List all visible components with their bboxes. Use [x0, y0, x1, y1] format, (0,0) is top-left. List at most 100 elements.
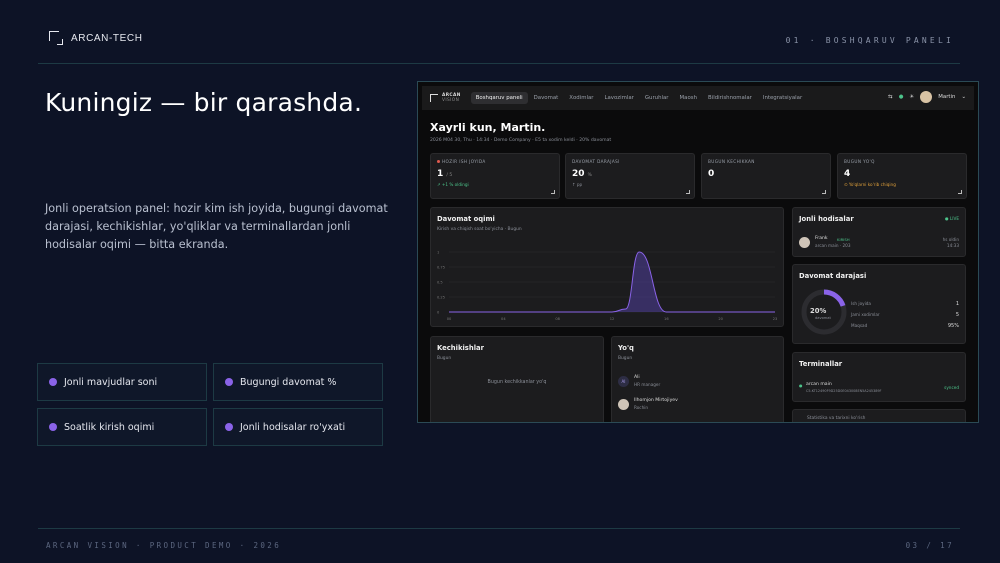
live-events-card: Jonli hodisalar ● LIVE Frank KIRISH arca…	[792, 207, 966, 257]
footer-left: ARCAN VISION · PRODUCT DEMO · 2026	[46, 541, 282, 550]
slide-lead: Jonli operatsion panel: hozir kim ish jo…	[45, 202, 388, 251]
feature-grid: Jonli mavjudlar soni Bugungi davomat % S…	[37, 363, 383, 446]
brand-name: ARCAN-TECH	[71, 32, 143, 44]
user-name[interactable]: Martin	[938, 94, 955, 100]
kpi-attendance-rate[interactable]: DAVOMAT DARAJASI 20 % ↑ pp	[565, 153, 695, 199]
feature-card: Bugungi davomat %	[213, 363, 383, 401]
event-type-badge: KIRISH	[837, 237, 850, 242]
late-card: Kechikishlar Bugun Bugun kechikkanlar yo…	[430, 336, 604, 422]
card-title: Terminallar	[799, 360, 843, 368]
nav-integrations[interactable]: Integratsiyalar	[758, 92, 807, 104]
expand-arrow-icon	[958, 190, 962, 194]
donut-value: 20%	[810, 307, 827, 315]
kpi-label: BUGUN YO'Q	[844, 159, 875, 164]
x-tick-label: 23	[773, 317, 778, 321]
kpi-unit: / 5	[446, 173, 453, 178]
card-title: Yo'q	[618, 344, 634, 352]
app-logo[interactable]: ARCAN VISION	[430, 93, 461, 103]
kpi-trend: ↗ +1 % oldingi	[437, 182, 469, 187]
nav-employees[interactable]: Xodimlar	[564, 92, 598, 104]
card-subtitle: Bugun	[618, 356, 633, 361]
donut-caption: davomat	[815, 316, 831, 320]
translate-icon[interactable]: ⇆	[888, 94, 893, 100]
kpi-label: BUGUN KECHIKKAN	[708, 159, 755, 164]
kpi-value: 20	[572, 169, 585, 179]
kpi-value: 1	[437, 169, 444, 179]
nav-attendance[interactable]: Davomat	[529, 92, 564, 104]
kpi-trend: ↑ pp	[572, 182, 583, 187]
person-avatar	[618, 399, 629, 410]
event-time: 14:33	[946, 243, 959, 248]
y-tick-label: 0.75	[437, 266, 445, 270]
attendance-flow-chart: 10.750.50.25000 04 08 12 16 20 23	[437, 251, 778, 322]
kpi-on-site[interactable]: HOZIR ISH JOYIDA 1 / 5 ↗ +1 % oldingi	[430, 153, 560, 199]
expand-arrow-icon	[551, 190, 555, 194]
x-tick-label: 12	[610, 317, 615, 321]
y-tick-label: 0.25	[437, 296, 445, 300]
person-name[interactable]: Ali	[634, 375, 640, 380]
status-dot-icon: ●	[898, 94, 904, 100]
terminal-name[interactable]: arcan main	[806, 382, 832, 387]
bullet-dot-icon	[49, 423, 57, 431]
card-title: Kechikishlar	[437, 344, 484, 352]
nav-dashboard[interactable]: Boshqaruv paneli	[470, 92, 528, 104]
nav-actions: ⇆ ● ☀ Martin ⌄	[888, 91, 966, 103]
rate-row-value: 95%	[947, 323, 959, 329]
kpi-late-today[interactable]: BUGUN KECHIKKAN 0	[701, 153, 831, 199]
expand-arrow-icon	[822, 190, 826, 194]
feature-card: Jonli mavjudlar soni	[37, 363, 207, 401]
card-subtitle: Bugun	[437, 356, 452, 361]
user-avatar[interactable]	[920, 91, 933, 103]
feature-label: Jonli mavjudlar soni	[64, 376, 158, 388]
nav-groups[interactable]: Guruhlar	[640, 92, 674, 104]
attendance-rate-card: Davomat darajasi 20% davomat Ish joyida …	[792, 264, 966, 344]
kpi-absent-today[interactable]: BUGUN YO'Q 4 ⊙ Yo'qlarni ko'rib chiqing	[837, 153, 967, 199]
stats-hint: Statistika va tarixni ko'rish	[807, 416, 866, 421]
kpi-value: 4	[844, 169, 851, 179]
x-tick-label: 08	[555, 317, 560, 321]
rate-row-label: Ish joyida	[851, 301, 871, 306]
nav-notifications[interactable]: Bildirishnomalar	[703, 92, 757, 104]
feature-label: Bugungi davomat %	[240, 376, 337, 388]
slide-tag: 01 · BOSHQARUV PANELI	[785, 36, 954, 45]
kpi-unit: %	[587, 173, 592, 178]
online-dot-icon: ●	[799, 383, 803, 388]
feature-label: Soatlik kirish oqimi	[64, 421, 155, 433]
bullet-dot-icon	[49, 378, 57, 386]
card-title: Jonli hodisalar	[799, 215, 854, 223]
brand-logo: ARCAN-TECH	[49, 31, 143, 45]
person-avatar: AI	[618, 376, 629, 387]
app-screenshot: ARCAN VISION Boshqaruv paneli Davomat Xod…	[417, 81, 979, 423]
greeting-meta: 2026 M04 30, Thu · 14:34 · Demo Company …	[430, 138, 612, 143]
top-divider	[38, 63, 960, 64]
person-name[interactable]: Ilhomjon Mirtojiyev	[634, 398, 678, 403]
feature-card: Soatlik kirish oqimi	[37, 408, 207, 446]
terminal-status: synced	[944, 385, 959, 390]
feature-card: Jonli hodisalar ro'yxati	[213, 408, 383, 446]
x-tick-label: 00	[447, 317, 452, 321]
bullet-dot-icon	[225, 378, 233, 386]
event-detail: arcan main · 203	[815, 243, 851, 248]
kpi-label: HOZIR ISH JOYIDA	[442, 159, 486, 164]
nav-positions[interactable]: Lavozimlar	[599, 92, 638, 104]
kpi-warning: ⊙ Yo'qlarni ko'rib chiqing	[844, 182, 896, 187]
feature-label: Jonli hodisalar ro'yxati	[240, 421, 346, 433]
theme-sun-icon[interactable]: ☀	[909, 94, 914, 100]
terminals-card: Terminallar ● arcan main C5-KT12490F9D25…	[792, 352, 966, 402]
live-badge: ● LIVE	[944, 216, 959, 221]
y-tick-label: 0	[437, 311, 440, 315]
stats-card[interactable]: Statistika va tarixni ko'rish	[792, 409, 966, 422]
kpi-value: 0	[708, 169, 715, 179]
event-person[interactable]: Frank	[815, 236, 828, 241]
absent-card: Yo'q Bugun AI Ali HR manager Ilhomjon Mi…	[611, 336, 784, 422]
bullet-dot-icon	[225, 423, 233, 431]
event-avatar	[799, 237, 810, 248]
slide-headline: Kuningiz — bir qarashda.	[45, 88, 363, 117]
person-role: Rochin	[634, 405, 649, 410]
nav-salary[interactable]: Maosh	[675, 92, 702, 104]
x-tick-label: 20	[718, 317, 723, 321]
rate-row-value: 1	[955, 301, 959, 307]
red-dot-icon	[437, 160, 440, 163]
chevron-down-icon[interactable]: ⌄	[961, 94, 966, 100]
event-time-ago: hs oldin	[942, 237, 959, 242]
